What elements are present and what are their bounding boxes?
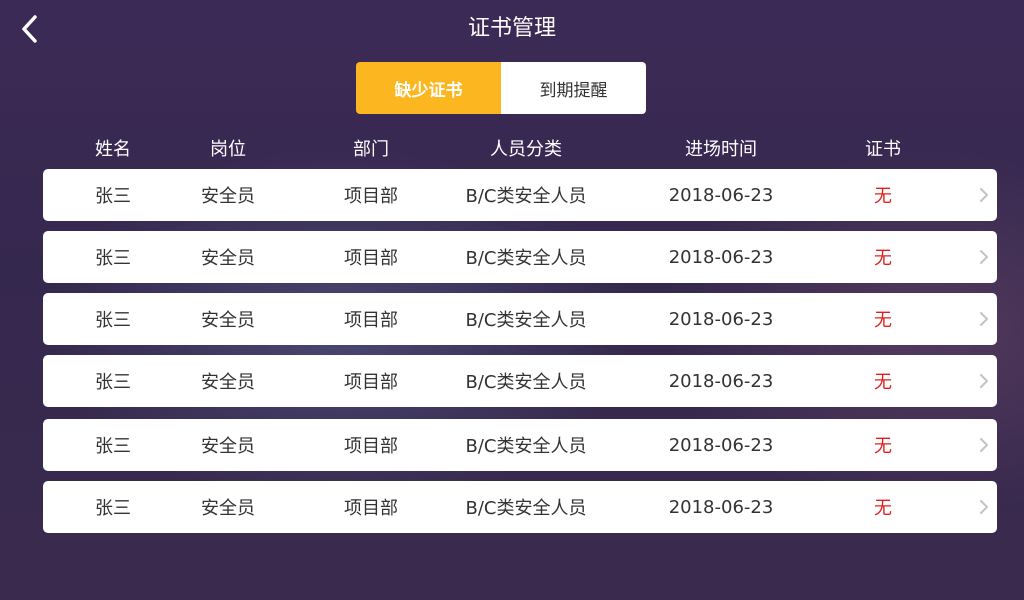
table-row[interactable]: 张三 安全员 项目部 B/C类安全人员 2018-06-23 无	[43, 293, 997, 345]
cell-position: 安全员	[201, 186, 255, 207]
cell-name: 张三	[95, 498, 131, 519]
cell-entry-date: 2018-06-23	[668, 308, 774, 330]
table-row[interactable]: 张三 安全员 项目部 B/C类安全人员 2018-06-23 无	[43, 481, 997, 533]
chevron-right-icon	[980, 374, 988, 388]
chevron-right-icon	[980, 188, 988, 202]
column-header-name: 姓名	[95, 139, 131, 160]
tab-expiry-reminder[interactable]: 到期提醒	[501, 62, 646, 114]
cell-position: 安全员	[201, 372, 255, 393]
cell-department: 项目部	[344, 310, 398, 331]
table-row[interactable]: 张三 安全员 项目部 B/C类安全人员 2018-06-23 无	[43, 419, 997, 471]
cell-certificate: 无	[874, 186, 892, 207]
cell-certificate: 无	[874, 436, 892, 457]
table-row[interactable]: 张三 安全员 项目部 B/C类安全人员 2018-06-23 无	[43, 355, 997, 407]
cell-name: 张三	[95, 436, 131, 457]
tab-bar: 缺少证书 到期提醒	[356, 62, 646, 114]
chevron-right-icon	[980, 500, 988, 514]
cell-entry-date: 2018-06-23	[668, 496, 774, 518]
cell-name: 张三	[95, 248, 131, 269]
chevron-right-icon	[980, 438, 988, 452]
cell-position: 安全员	[201, 436, 255, 457]
column-header-position: 岗位	[210, 139, 246, 160]
cell-department: 项目部	[344, 248, 398, 269]
cell-certificate: 无	[874, 310, 892, 331]
cell-entry-date: 2018-06-23	[668, 184, 774, 206]
chevron-right-icon	[980, 250, 988, 264]
tab-missing-certificate[interactable]: 缺少证书	[356, 62, 501, 114]
cell-position: 安全员	[201, 310, 255, 331]
cell-certificate: 无	[874, 248, 892, 269]
cell-certificate: 无	[874, 498, 892, 519]
cell-name: 张三	[95, 310, 131, 331]
cell-category: B/C类安全人员	[465, 310, 587, 331]
cell-department: 项目部	[344, 372, 398, 393]
cell-certificate: 无	[874, 372, 892, 393]
table-row[interactable]: 张三 安全员 项目部 B/C类安全人员 2018-06-23 无	[43, 169, 997, 221]
cell-department: 项目部	[344, 436, 398, 457]
cell-category: B/C类安全人员	[465, 186, 587, 207]
cell-entry-date: 2018-06-23	[668, 246, 774, 268]
chevron-right-icon	[980, 312, 988, 326]
cell-category: B/C类安全人员	[465, 372, 587, 393]
column-header-entry-date: 进场时间	[685, 139, 757, 160]
cell-entry-date: 2018-06-23	[668, 370, 774, 392]
cell-category: B/C类安全人员	[465, 498, 587, 519]
cell-name: 张三	[95, 372, 131, 393]
cell-entry-date: 2018-06-23	[668, 434, 774, 456]
table-header: 姓名 岗位 部门 人员分类 进场时间 证书	[43, 134, 997, 162]
cell-department: 项目部	[344, 186, 398, 207]
cell-category: B/C类安全人员	[465, 436, 587, 457]
column-header-department: 部门	[353, 139, 389, 160]
cell-department: 项目部	[344, 498, 398, 519]
cell-category: B/C类安全人员	[465, 248, 587, 269]
table-row[interactable]: 张三 安全员 项目部 B/C类安全人员 2018-06-23 无	[43, 231, 997, 283]
header-bar: 证书管理	[0, 0, 1024, 60]
column-header-certificate: 证书	[865, 139, 901, 160]
cell-position: 安全员	[201, 498, 255, 519]
page-title: 证书管理	[467, 16, 556, 41]
cell-name: 张三	[95, 186, 131, 207]
column-header-category: 人员分类	[490, 139, 562, 160]
cell-position: 安全员	[201, 248, 255, 269]
